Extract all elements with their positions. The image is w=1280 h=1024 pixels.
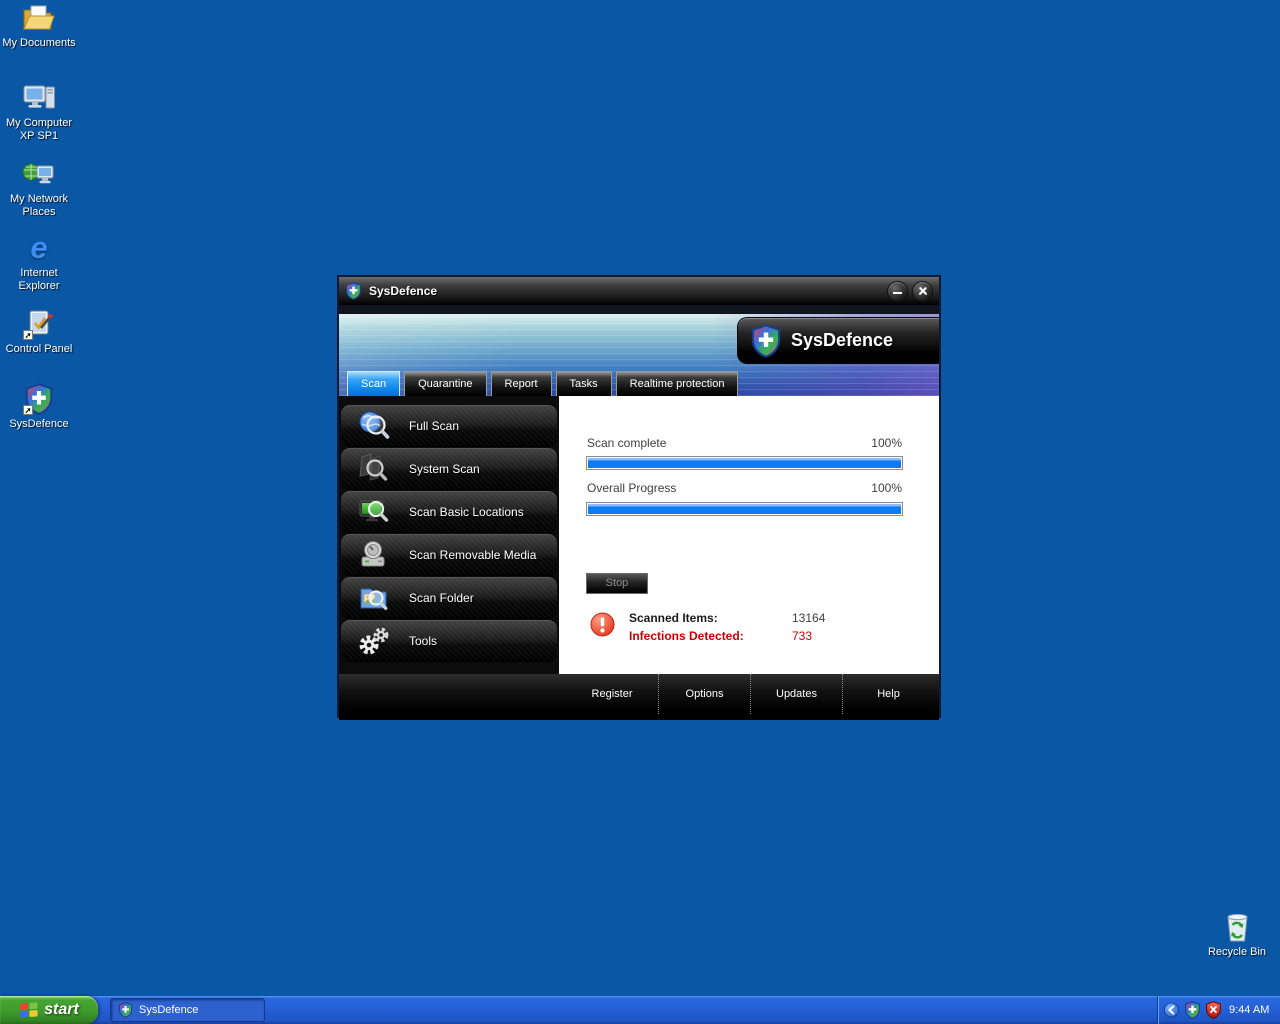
desktop-icon-recycle-bin[interactable]: Recycle Bin	[1198, 911, 1276, 959]
overall-progress-fill	[588, 504, 901, 514]
tab-quarantine[interactable]: Quarantine	[404, 371, 486, 396]
sidebar-item-label: Scan Removable Media	[409, 548, 536, 562]
start-button-label: start	[44, 1001, 79, 1019]
desktop-icon-my-network-places[interactable]: My Network Places	[0, 158, 78, 219]
full-scan-button[interactable]: Full Scan	[341, 405, 557, 447]
desktop-icon-label: My Network Places	[0, 193, 78, 219]
window-titlebar[interactable]: SysDefence	[339, 277, 939, 305]
window-footer: Register Options Updates Help	[339, 674, 939, 720]
taskbar-button-label: SysDefence	[139, 1004, 198, 1016]
system-scan-icon	[357, 452, 391, 486]
recycle-bin-icon	[1220, 911, 1254, 943]
sidebar-item-label: Scan Basic Locations	[409, 505, 524, 519]
scanned-items-value: 13164	[792, 609, 825, 627]
desktop-icon-control-panel[interactable]: ➚ Control Panel	[0, 308, 78, 356]
taskbar: start SysDefence 9:44 AM	[0, 996, 1280, 1024]
scan-complete-row: Scan complete 100%	[587, 436, 902, 450]
footer-menu: Register Options Updates Help	[566, 674, 934, 714]
desktop-icon-label: Control Panel	[0, 343, 78, 356]
tools-button[interactable]: Tools	[341, 620, 557, 662]
scan-stats: Scanned Items: 13164 Infections Detected…	[629, 609, 825, 645]
windows-flag-icon	[19, 1001, 39, 1019]
scan-complete-label: Scan complete	[587, 436, 666, 450]
monitor-scan-icon	[357, 495, 391, 529]
desktop-icon-sysdefence[interactable]: ➚ SysDefence	[0, 383, 78, 431]
hide-icons-chevron-icon[interactable]	[1163, 1001, 1180, 1019]
alert-icon	[590, 612, 615, 637]
internet-explorer-icon: e	[22, 232, 56, 264]
tab-bar: Scan Quarantine Report Tasks Realtime pr…	[347, 371, 738, 396]
window-title: SysDefence	[369, 284, 437, 298]
window-body: Full Scan System Scan Scan Basic Locatio…	[339, 396, 939, 674]
brand-box: SysDefence	[737, 317, 939, 364]
brand-shield-icon	[750, 324, 782, 358]
infections-detected-value: 733	[792, 627, 812, 645]
my-computer-icon	[22, 82, 56, 114]
help-menu-item[interactable]: Help	[842, 674, 934, 714]
control-panel-icon: ➚	[22, 308, 56, 340]
titlebar-shield-icon	[345, 282, 362, 300]
brand-title: SysDefence	[791, 330, 893, 351]
sidebar-item-label: Full Scan	[409, 419, 459, 433]
scan-removable-media-button[interactable]: Scan Removable Media	[341, 534, 557, 576]
overall-progress-label: Overall Progress	[587, 481, 676, 495]
close-button[interactable]	[912, 281, 933, 302]
overall-progress-percent: 100%	[871, 481, 902, 495]
desktop-icon-label: Recycle Bin	[1198, 946, 1276, 959]
clock[interactable]: 9:44 AM	[1229, 1004, 1269, 1016]
desktop-icon-internet-explorer[interactable]: e Internet Explorer	[0, 232, 78, 293]
tab-scan[interactable]: Scan	[347, 371, 400, 396]
desktop-icon-label: Internet Explorer	[0, 267, 78, 293]
my-documents-icon	[22, 2, 56, 34]
sidebar-item-label: Scan Folder	[409, 591, 474, 605]
register-menu-item[interactable]: Register	[566, 674, 658, 714]
minimize-button[interactable]	[887, 281, 908, 302]
desktop-icon-label: My Documents	[0, 37, 78, 50]
desktop-icon-label: My Computer XP SP1	[0, 117, 78, 143]
shortcut-arrow-icon: ➚	[23, 330, 33, 340]
scan-complete-progressbar	[586, 456, 903, 470]
tray-sysdefence-shield-icon[interactable]	[1184, 1001, 1201, 1019]
options-menu-item[interactable]: Options	[658, 674, 750, 714]
sysdefence-window: SysDefence SysDefence Scan Quarantine Re…	[337, 275, 941, 718]
tab-tasks[interactable]: Tasks	[556, 371, 612, 396]
sysdefence-shield-icon: ➚	[22, 383, 56, 415]
scan-panel: Scan complete 100% Overall Progress 100%…	[559, 396, 939, 674]
gears-icon	[357, 624, 391, 658]
titlebar-divider	[339, 305, 939, 314]
updates-menu-item[interactable]: Updates	[750, 674, 842, 714]
taskbar-button-sysdefence[interactable]: SysDefence	[110, 998, 265, 1022]
tray-alert-shield-icon[interactable]	[1205, 1001, 1222, 1019]
removable-media-icon	[357, 538, 391, 572]
scan-basic-locations-button[interactable]: Scan Basic Locations	[341, 491, 557, 533]
system-tray: 9:44 AM	[1157, 996, 1280, 1024]
scan-folder-button[interactable]: Scan Folder	[341, 577, 557, 619]
header-banner: SysDefence Scan Quarantine Report Tasks …	[339, 314, 939, 396]
start-button[interactable]: start	[0, 996, 98, 1024]
scanned-items-label: Scanned Items:	[629, 609, 792, 627]
tab-realtime-protection[interactable]: Realtime protection	[616, 371, 739, 396]
sidebar-item-label: Tools	[409, 634, 437, 648]
system-scan-button[interactable]: System Scan	[341, 448, 557, 490]
folder-scan-icon	[357, 581, 391, 615]
scan-sidebar: Full Scan System Scan Scan Basic Locatio…	[339, 396, 559, 674]
shortcut-arrow-icon: ➚	[23, 405, 33, 415]
overall-progress-row: Overall Progress 100%	[587, 481, 902, 495]
stop-button[interactable]: Stop	[586, 573, 648, 594]
scan-complete-percent: 100%	[871, 436, 902, 450]
desktop-icon-my-computer[interactable]: My Computer XP SP1	[0, 82, 78, 143]
taskbar-shield-icon	[118, 1002, 133, 1018]
my-network-places-icon	[22, 158, 56, 190]
infections-detected-label: Infections Detected:	[629, 627, 792, 645]
desktop-icon-label: SysDefence	[0, 418, 78, 431]
sidebar-item-label: System Scan	[409, 462, 480, 476]
desktop-icon-my-documents[interactable]: My Documents	[0, 2, 78, 50]
globe-scan-icon	[357, 409, 391, 443]
overall-progressbar	[586, 502, 903, 516]
tab-report[interactable]: Report	[491, 371, 552, 396]
scan-complete-progress-fill	[588, 458, 901, 468]
